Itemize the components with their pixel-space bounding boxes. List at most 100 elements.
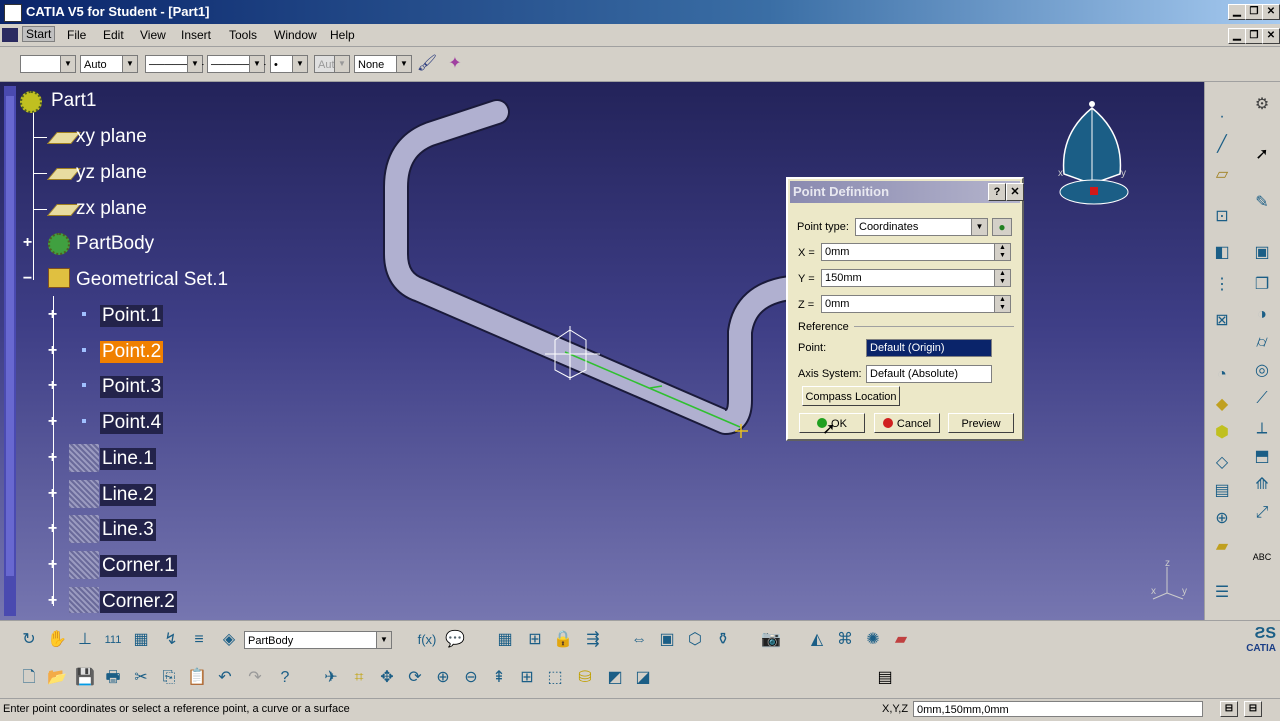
minimize-button[interactable]: ▁ xyxy=(1228,4,1246,20)
point-tool-icon[interactable]: · xyxy=(1211,106,1233,128)
paste-icon[interactable]: 📋 xyxy=(186,667,208,689)
menu-window[interactable]: Window xyxy=(274,28,317,42)
doc-close-button[interactable]: ✕ xyxy=(1262,28,1280,44)
tree-item-point-2[interactable]: Point.2 xyxy=(100,341,164,363)
numeric-icon[interactable]: 111 xyxy=(102,629,124,651)
tree-item-line-2[interactable]: Line.2 xyxy=(100,484,156,506)
tree-item-xy-plane[interactable]: xy plane xyxy=(76,126,147,148)
expand-icon[interactable]: + xyxy=(46,378,59,394)
tree-item-corner-1[interactable]: Corner.1 xyxy=(100,555,177,577)
zoom-out-icon[interactable]: ⊖ xyxy=(460,667,482,689)
axis-icon[interactable]: ⊥ xyxy=(74,629,96,651)
y-field[interactable]: 150mm ▲ ▼ xyxy=(821,269,1011,287)
axis-system-icon[interactable]: ⊕ xyxy=(1211,508,1233,530)
menu-file[interactable]: File xyxy=(67,28,86,42)
tree-item-corner-2[interactable]: Corner.2 xyxy=(100,591,177,613)
help-button[interactable]: ? xyxy=(988,183,1006,201)
x-field[interactable]: 0mm ▲ ▼ xyxy=(821,243,1011,261)
boundary-icon[interactable]: ⟰ xyxy=(1251,474,1273,496)
trim-icon[interactable]: ▤ xyxy=(1211,480,1233,502)
catia-app-icon[interactable] xyxy=(4,4,22,22)
coord-input[interactable]: 0mm,150mm,0mm xyxy=(913,701,1203,717)
expand-icon[interactable]: + xyxy=(46,414,59,430)
swap-space-icon[interactable]: ◪ xyxy=(632,667,654,689)
pan-icon[interactable]: ✥ xyxy=(376,667,398,689)
color-combo[interactable]: ▼ xyxy=(20,55,76,73)
point-type-lock-icon[interactable]: ● xyxy=(992,218,1012,236)
body-combo[interactable]: PartBody ▼ xyxy=(244,631,392,649)
copy-icon[interactable]: ❐ xyxy=(1251,274,1273,296)
expand-icon[interactable]: + xyxy=(21,235,34,251)
tree-item-point-4[interactable]: Point.4 xyxy=(100,412,164,434)
apply-material-icon[interactable]: ◭ xyxy=(806,629,828,651)
open-folder-icon[interactable]: 📂 xyxy=(46,667,68,689)
layers-icon[interactable]: ☰ xyxy=(1211,582,1233,604)
spinner-icon[interactable]: ▲ ▼ xyxy=(994,296,1010,312)
iso-view-icon[interactable]: ⬚ xyxy=(544,667,566,689)
restore-button[interactable]: ❐ xyxy=(1245,4,1263,20)
lock-icon[interactable]: 🔒 xyxy=(552,629,574,651)
formula-icon[interactable]: f(x) xyxy=(416,629,438,651)
fly-mode-icon[interactable]: ✈ xyxy=(320,667,342,689)
constraint-icon[interactable]: ↯ xyxy=(160,629,182,651)
whats-this-icon[interactable]: ? xyxy=(274,667,296,689)
menu-start[interactable]: Start xyxy=(22,26,56,42)
zoom-in-icon[interactable]: ⊕ xyxy=(432,667,454,689)
fit-all-icon[interactable]: ⌗ xyxy=(348,667,370,689)
rotate-icon[interactable]: ⟳ xyxy=(404,667,426,689)
table-icon[interactable]: ▦ xyxy=(494,629,516,651)
menu-edit[interactable]: Edit xyxy=(103,28,124,42)
select-cursor-icon[interactable]: ➚ xyxy=(1251,144,1273,166)
doc-minimize-button[interactable]: ▁ xyxy=(1228,28,1246,44)
texture-icon[interactable]: ▰ xyxy=(890,629,912,651)
tree-item-line-1[interactable]: Line.1 xyxy=(100,448,156,470)
bottle-icon[interactable]: ⚱ xyxy=(712,629,734,651)
close-button[interactable]: ✕ xyxy=(1262,4,1280,20)
hide-show-icon[interactable]: ◩ xyxy=(604,667,626,689)
map-icon[interactable]: ⌘ xyxy=(834,629,856,651)
collapse-icon[interactable]: − xyxy=(21,271,34,287)
expand-icon[interactable]: + xyxy=(46,343,59,359)
document-icon[interactable] xyxy=(2,28,18,42)
shading-icon[interactable]: ⛁ xyxy=(574,667,596,689)
line-tool-icon[interactable]: ╱ xyxy=(1211,134,1233,156)
extract-icon[interactable]: ⊠ xyxy=(1211,310,1233,332)
expand-icon[interactable]: + xyxy=(46,486,59,502)
settings-gear-icon[interactable]: ⚙ xyxy=(1251,94,1273,116)
sketch-icon[interactable]: ✎ xyxy=(1251,192,1273,214)
tree-item-point-3[interactable]: Point.3 xyxy=(100,376,164,398)
undo-icon[interactable]: ↶ xyxy=(214,667,236,689)
reaction-icon[interactable]: ⇶ xyxy=(582,629,604,651)
menu-insert[interactable]: Insert xyxy=(181,28,211,42)
spinner-icon[interactable]: ▲ ▼ xyxy=(994,270,1010,286)
copy-doc-icon[interactable]: ⎘ xyxy=(158,667,180,689)
cube-icon[interactable]: ⬡ xyxy=(684,629,706,651)
blend-icon[interactable]: ⟋ xyxy=(1251,388,1273,410)
fill-icon[interactable]: ◆ xyxy=(1211,394,1233,416)
update-icon[interactable]: ↻ xyxy=(18,629,40,651)
print-icon[interactable]: 🖶 xyxy=(102,667,124,689)
compass-icon[interactable] xyxy=(1050,94,1140,214)
cancel-button[interactable]: Cancel xyxy=(874,413,940,433)
sweep-icon[interactable]: ◔ xyxy=(1211,364,1233,386)
compass-location-button[interactable]: Compass Location xyxy=(802,386,900,406)
rendering-style-combo[interactable]: Aut ▼ xyxy=(314,55,350,73)
axis-system-field[interactable]: Default (Absolute) xyxy=(866,365,992,383)
grid-icon[interactable]: ▦ xyxy=(130,629,152,651)
expand-icon[interactable]: + xyxy=(46,450,59,466)
menu-view[interactable]: View xyxy=(140,28,166,42)
calculator-icon[interactable]: ▤ xyxy=(874,667,896,689)
split-icon[interactable]: ◇ xyxy=(1211,452,1233,474)
surface-icon[interactable]: ▰ xyxy=(1211,536,1233,558)
redo-icon[interactable]: ↷ xyxy=(244,667,266,689)
expand-icon[interactable]: + xyxy=(46,521,59,537)
painter-icon[interactable]: 🖌 xyxy=(416,53,438,75)
z-field[interactable]: 0mm ▲ ▼ xyxy=(821,295,1011,313)
camera-icon[interactable]: 📷 xyxy=(760,629,782,651)
tree-item-zx-plane[interactable]: zx plane xyxy=(76,198,147,220)
offset-icon[interactable]: ⟂ xyxy=(1251,418,1273,440)
dialog-close-button[interactable]: ✕ xyxy=(1006,183,1024,201)
expand-icon[interactable]: + xyxy=(46,307,59,323)
transparency-combo[interactable]: Auto ▼ xyxy=(80,55,138,73)
sphere-icon[interactable]: ✺ xyxy=(862,629,884,651)
